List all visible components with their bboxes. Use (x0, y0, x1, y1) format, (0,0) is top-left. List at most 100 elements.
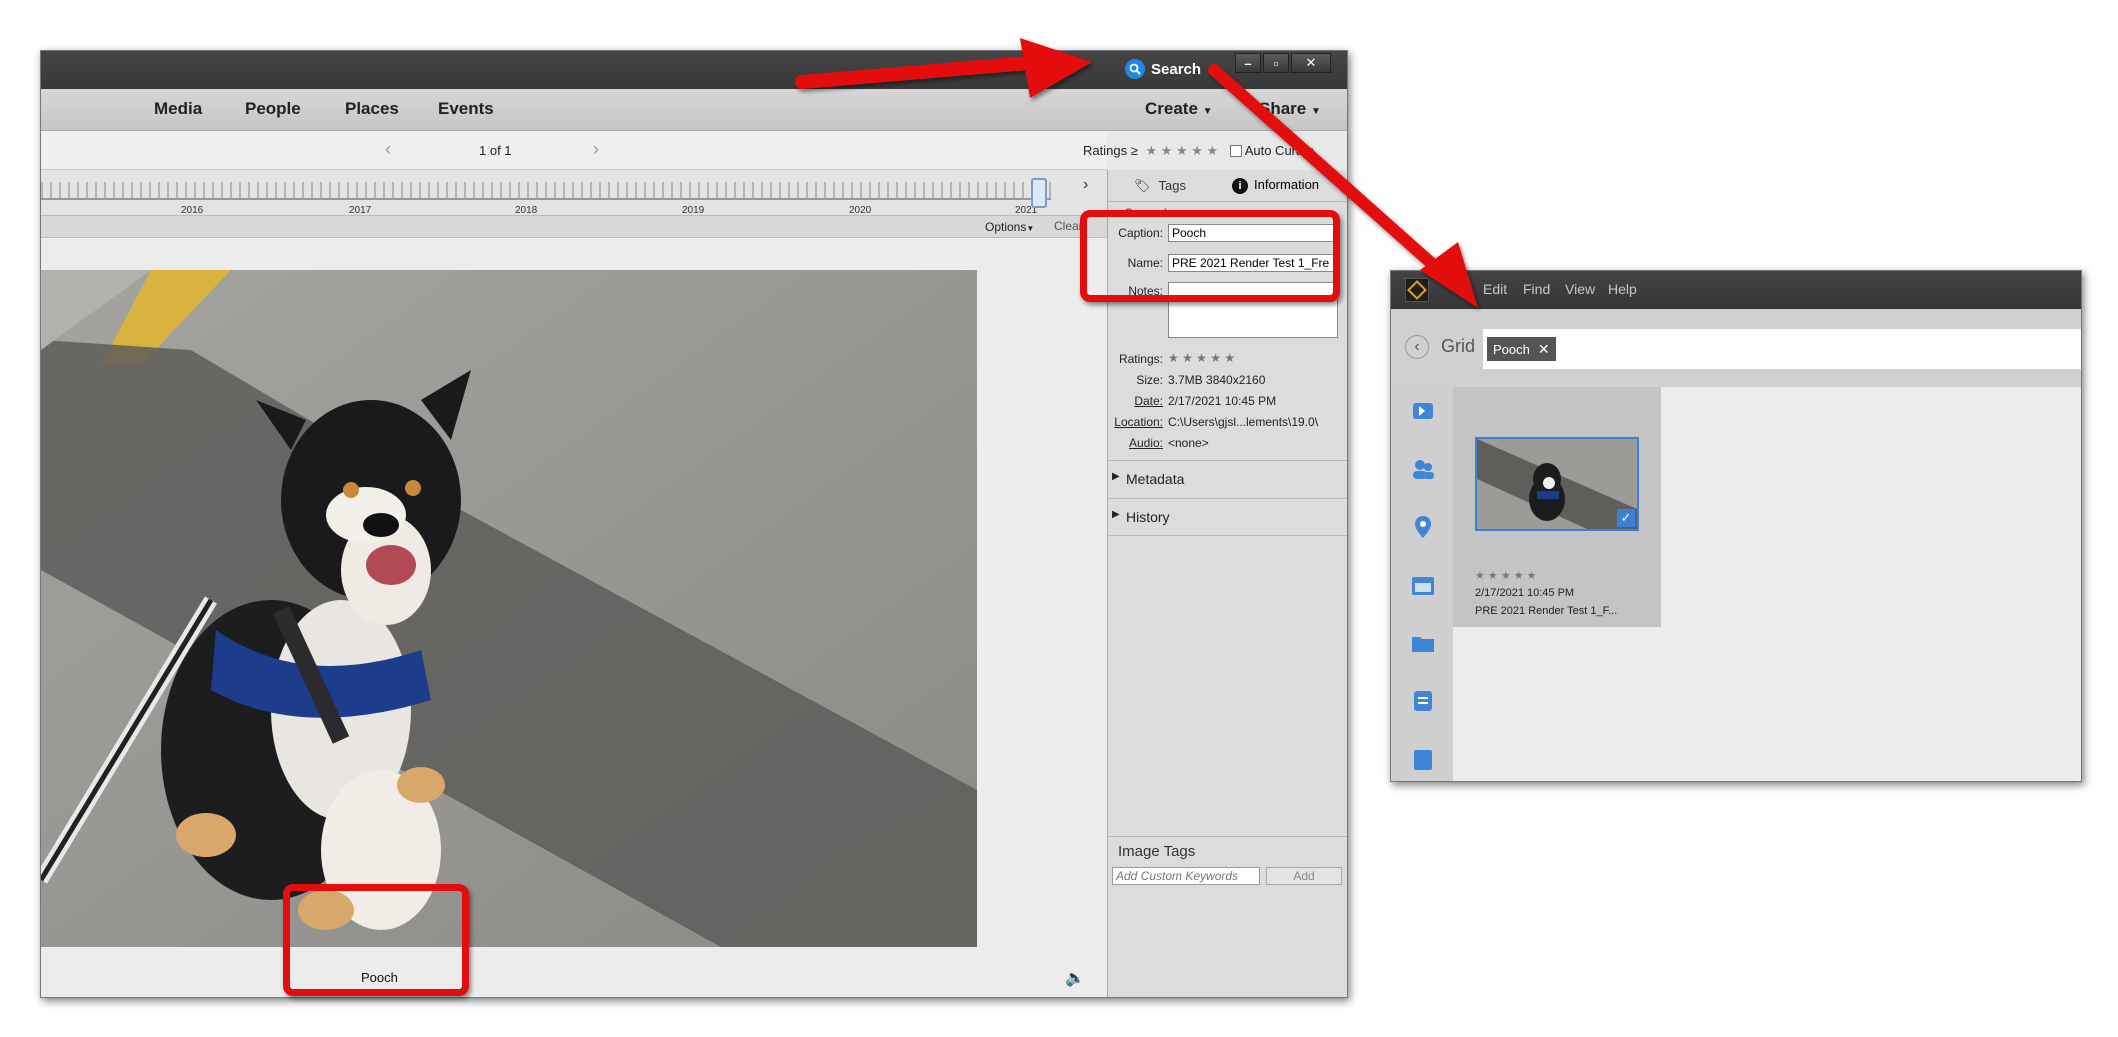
menu-find[interactable]: Find (1523, 281, 1550, 297)
grid-label: Grid (1441, 336, 1476, 356)
dog-photo[interactable] (41, 270, 977, 947)
timeline-slider-handle[interactable] (1031, 178, 1047, 208)
options-bar: Options▼ Clear (41, 216, 1107, 238)
tab-tags[interactable]: 🏷 Tags (1134, 178, 1186, 194)
expand-triangle-icon: ▶ (1112, 471, 1120, 482)
rating-stars[interactable]: ★ ★ ★ ★ ★ (1168, 351, 1235, 365)
nav-places[interactable]: Places (345, 99, 399, 119)
back-icon[interactable]: ‹ (1405, 335, 1429, 359)
history-label: History (1126, 509, 1170, 525)
timeline-year: 2019 (682, 205, 705, 216)
chevron-down-icon: ▼ (1026, 224, 1035, 233)
create-menu[interactable]: Create ▼ (1145, 99, 1213, 119)
search-button[interactable]: Search (1125, 56, 1201, 82)
panel-tabs: 🏷 Tags i Information (1108, 170, 1347, 202)
search-results: ✓ ★ ★ ★ ★ ★ 2/17/2021 10:45 PM PRE 2021 … (1453, 387, 2081, 781)
timeline-year: 2016 (181, 205, 204, 216)
ratings-filter: Ratings ≥ ★ ★ ★ ★ ★ Auto Curate (1083, 143, 1314, 159)
date-label[interactable]: Date: (1108, 394, 1163, 408)
auto-curate-label: Auto Curate (1244, 143, 1315, 158)
size-label: Size: (1136, 373, 1163, 387)
app-logo-icon (1405, 278, 1429, 302)
search-title-bar: Edit Find View Help (1391, 271, 2081, 309)
nav-media[interactable]: Media (154, 99, 202, 119)
search-tag-label: Pooch (1493, 341, 1530, 357)
audio-label[interactable]: Audio: (1108, 436, 1163, 450)
album-icon[interactable] (1409, 745, 1437, 773)
view-toolbar: ‹ 1 of 1 › (41, 131, 1107, 170)
image-tags-label: Image Tags (1118, 843, 1196, 860)
search-tag-chip[interactable]: Pooch ✕ (1487, 337, 1556, 361)
nav-people[interactable]: People (245, 99, 301, 119)
timeline-year: 2020 (849, 205, 872, 216)
menu-view[interactable]: View (1565, 281, 1595, 297)
metadata-label: Metadata (1126, 471, 1185, 487)
maximize-button[interactable]: ▫ (1263, 53, 1289, 73)
info-icon: i (1232, 178, 1248, 194)
checkmark-icon[interactable]: ✓ (1617, 509, 1635, 527)
share-menu[interactable]: Share ▼ (1259, 99, 1321, 119)
places-icon[interactable] (1409, 513, 1437, 541)
calendar-icon[interactable] (1409, 571, 1437, 599)
keyword-search-icon[interactable] (1409, 397, 1437, 425)
tab-information[interactable]: i Information (1232, 177, 1319, 194)
tile-rating-stars[interactable]: ★ ★ ★ ★ ★ (1475, 569, 1537, 582)
caption-name-highlight (1080, 210, 1340, 302)
location-value: C:\Users\gjsl...lements\19.0\ (1168, 415, 1319, 429)
search-label: Search (1151, 60, 1202, 78)
timeline-bars (41, 182, 1051, 198)
options-menu[interactable]: Options▼ (985, 220, 1034, 234)
media-view: Pooch 🔈 (41, 238, 1107, 997)
expand-triangle-icon: ▶ (1112, 509, 1120, 520)
dog-photo-image (41, 270, 977, 947)
ratings-filter-label: Ratings ≥ (1083, 143, 1138, 158)
metadata-section[interactable]: ▶ Metadata (1108, 460, 1347, 498)
caption-highlight (283, 884, 469, 996)
folder-icon[interactable] (1409, 629, 1437, 657)
tab-tags-label: Tags (1158, 178, 1186, 193)
menu-edit[interactable]: Edit (1483, 281, 1507, 297)
options-label: Options (985, 220, 1027, 234)
result-thumbnail[interactable]: ✓ (1475, 437, 1639, 531)
menu-help[interactable]: Help (1608, 281, 1637, 297)
page-indicator: 1 of 1 (479, 143, 512, 158)
chevron-down-icon: ▼ (1310, 106, 1321, 117)
size-value: 3.7MB 3840x2160 (1168, 373, 1266, 387)
search-window: Edit Find View Help ‹ Grid Pooch ✕ ✓ ★ ★… (1390, 270, 2082, 782)
tile-name: PRE 2021 Render Test 1_F... (1475, 605, 1618, 617)
result-tile[interactable]: ✓ ★ ★ ★ ★ ★ 2/17/2021 10:45 PM PRE 2021 … (1453, 387, 1661, 627)
prev-page-icon[interactable]: ‹ (385, 139, 391, 160)
search-sidebar (1391, 387, 1453, 781)
nav-events[interactable]: Events (438, 99, 494, 119)
timeline-year: 2018 (515, 205, 538, 216)
timeline[interactable]: 2016 2017 2018 2019 2020 2021 › (41, 170, 1107, 216)
add-keyword-button[interactable]: Add (1266, 867, 1342, 885)
date-value: 2/17/2021 10:45 PM (1168, 394, 1277, 408)
location-label[interactable]: Location: (1108, 415, 1163, 429)
share-label: Share (1259, 99, 1307, 118)
timeline-axis (41, 198, 1051, 200)
search-input[interactable]: Pooch ✕ (1483, 329, 2081, 369)
auto-curate-checkbox[interactable] (1229, 145, 1242, 157)
ratings-filter-stars[interactable]: ★ ★ ★ ★ ★ (1145, 143, 1218, 158)
close-button[interactable]: ✕ (1291, 53, 1331, 73)
tile-date: 2/17/2021 10:45 PM (1475, 587, 1575, 599)
history-section[interactable]: ▶ History (1108, 498, 1347, 536)
ratings-label: Ratings: (1118, 352, 1163, 366)
main-nav: Media People Places Events Create ▼ Shar… (41, 89, 1347, 131)
speaker-icon[interactable]: 🔈 (1065, 968, 1085, 988)
details-icon[interactable] (1409, 687, 1437, 715)
minimize-button[interactable]: – (1235, 53, 1261, 73)
timeline-next-icon[interactable]: › (1083, 176, 1088, 194)
create-label: Create (1145, 99, 1198, 118)
keywords-input[interactable] (1112, 867, 1260, 885)
title-bar: Search – ▫ ✕ (41, 51, 1347, 89)
main-window: Search – ▫ ✕ Media People Places Events … (40, 50, 1348, 998)
search-bar-area: ‹ Grid Pooch ✕ (1391, 309, 2081, 387)
search-icon (1125, 59, 1145, 79)
remove-tag-icon[interactable]: ✕ (1538, 341, 1550, 358)
chevron-down-icon: ▼ (1202, 106, 1213, 117)
next-page-icon[interactable]: › (593, 139, 599, 160)
people-icon[interactable] (1409, 455, 1437, 483)
audio-value: <none> (1168, 436, 1209, 450)
